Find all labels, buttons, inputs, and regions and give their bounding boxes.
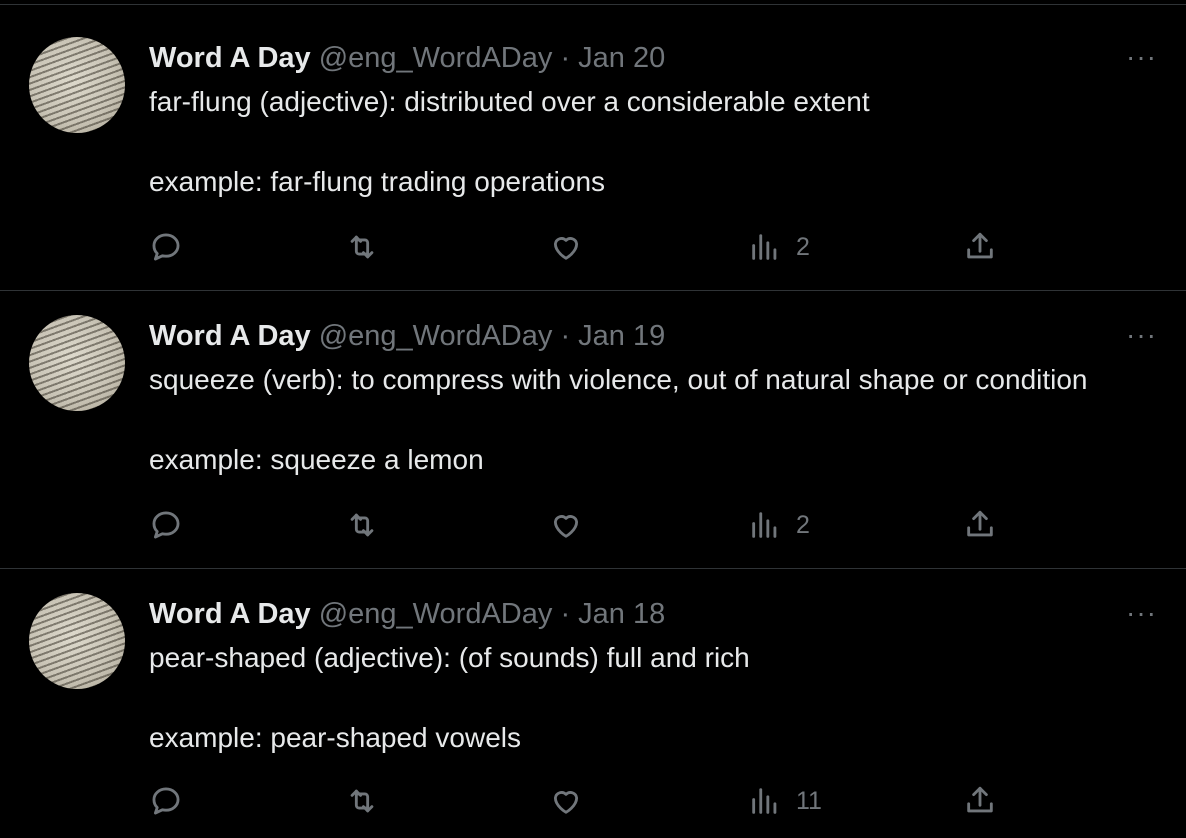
separator-dot: · [560, 42, 571, 74]
more-icon[interactable]: ··· [1126, 321, 1158, 349]
user-handle[interactable]: @eng_WordADay [319, 598, 553, 630]
views-count: 11 [796, 786, 822, 815]
views-icon [752, 788, 777, 814]
tweet-text: far-flung (adjective): distributed over … [149, 82, 870, 202]
tweet-example: example: pear-shaped vowels [149, 722, 521, 753]
views-icon [752, 234, 777, 260]
reply-button[interactable] [149, 505, 183, 545]
share-button[interactable] [963, 505, 997, 545]
like-button[interactable] [549, 505, 583, 545]
views-button[interactable]: 2 [748, 227, 810, 267]
avatar[interactable] [29, 593, 125, 689]
retweet-icon [350, 235, 374, 259]
tweet-header: Word A Day @eng_WordADay · Jan 18 [149, 596, 665, 632]
tweet[interactable]: Word A Day @eng_WordADay · Jan 20 ··· fa… [0, 5, 1186, 291]
retweet-icon [350, 789, 374, 813]
tweet-actions: 2 [149, 227, 1029, 267]
reply-icon [152, 511, 180, 539]
retweet-button[interactable] [345, 781, 379, 821]
views-count: 2 [796, 232, 810, 261]
tweet-date[interactable]: Jan 19 [578, 320, 665, 352]
tweet-actions: 11 [149, 781, 1029, 821]
tweet-date[interactable]: Jan 18 [578, 598, 665, 630]
share-icon [967, 510, 993, 537]
user-handle[interactable]: @eng_WordADay [319, 42, 553, 74]
tweet-example: example: squeeze a lemon [149, 444, 484, 475]
tweet[interactable]: Word A Day @eng_WordADay · Jan 19 ··· sq… [0, 291, 1186, 569]
avatar[interactable] [29, 37, 125, 133]
retweet-button[interactable] [345, 227, 379, 267]
tweet-definition: squeeze (verb): to compress with violenc… [149, 364, 1088, 395]
tweet-header: Word A Day @eng_WordADay · Jan 19 [149, 318, 665, 354]
tweet-date[interactable]: Jan 20 [578, 42, 665, 74]
retweet-icon [350, 513, 374, 537]
separator-dot: · [560, 320, 571, 352]
display-name[interactable]: Word A Day [149, 42, 311, 74]
like-button[interactable] [549, 227, 583, 267]
tweet-text: squeeze (verb): to compress with violenc… [149, 360, 1088, 480]
tweet[interactable]: Word A Day @eng_WordADay · Jan 18 ··· pe… [0, 569, 1186, 838]
views-icon [752, 512, 777, 538]
timeline: Word A Day @eng_WordADay · Jan 20 ··· fa… [0, 0, 1186, 838]
tweet-definition: pear-shaped (adjective): (of sounds) ful… [149, 642, 750, 673]
user-handle[interactable]: @eng_WordADay [319, 320, 553, 352]
display-name[interactable]: Word A Day [149, 598, 311, 630]
tweet-actions: 2 [149, 505, 1029, 545]
heart-icon [553, 237, 579, 260]
tweet-example: example: far-flung trading operations [149, 166, 606, 197]
share-icon [967, 786, 993, 813]
avatar[interactable] [29, 315, 125, 411]
reply-icon [152, 233, 180, 261]
reply-button[interactable] [149, 781, 183, 821]
display-name[interactable]: Word A Day [149, 320, 311, 352]
share-icon [967, 232, 993, 259]
more-icon[interactable]: ··· [1126, 599, 1158, 627]
share-button[interactable] [963, 227, 997, 267]
views-button[interactable]: 2 [748, 505, 810, 545]
more-icon[interactable]: ··· [1126, 43, 1158, 71]
tweet-definition: far-flung (adjective): distributed over … [149, 86, 870, 117]
reply-button[interactable] [149, 227, 183, 267]
views-button[interactable]: 11 [748, 781, 822, 821]
share-button[interactable] [963, 781, 997, 821]
like-button[interactable] [549, 781, 583, 821]
reply-icon [152, 787, 180, 815]
heart-icon [553, 515, 579, 538]
separator-dot: · [560, 598, 571, 630]
views-count: 2 [796, 510, 810, 539]
tweet-header: Word A Day @eng_WordADay · Jan 20 [149, 40, 665, 76]
tweet-text: pear-shaped (adjective): (of sounds) ful… [149, 638, 750, 758]
heart-icon [553, 791, 579, 814]
retweet-button[interactable] [345, 505, 379, 545]
